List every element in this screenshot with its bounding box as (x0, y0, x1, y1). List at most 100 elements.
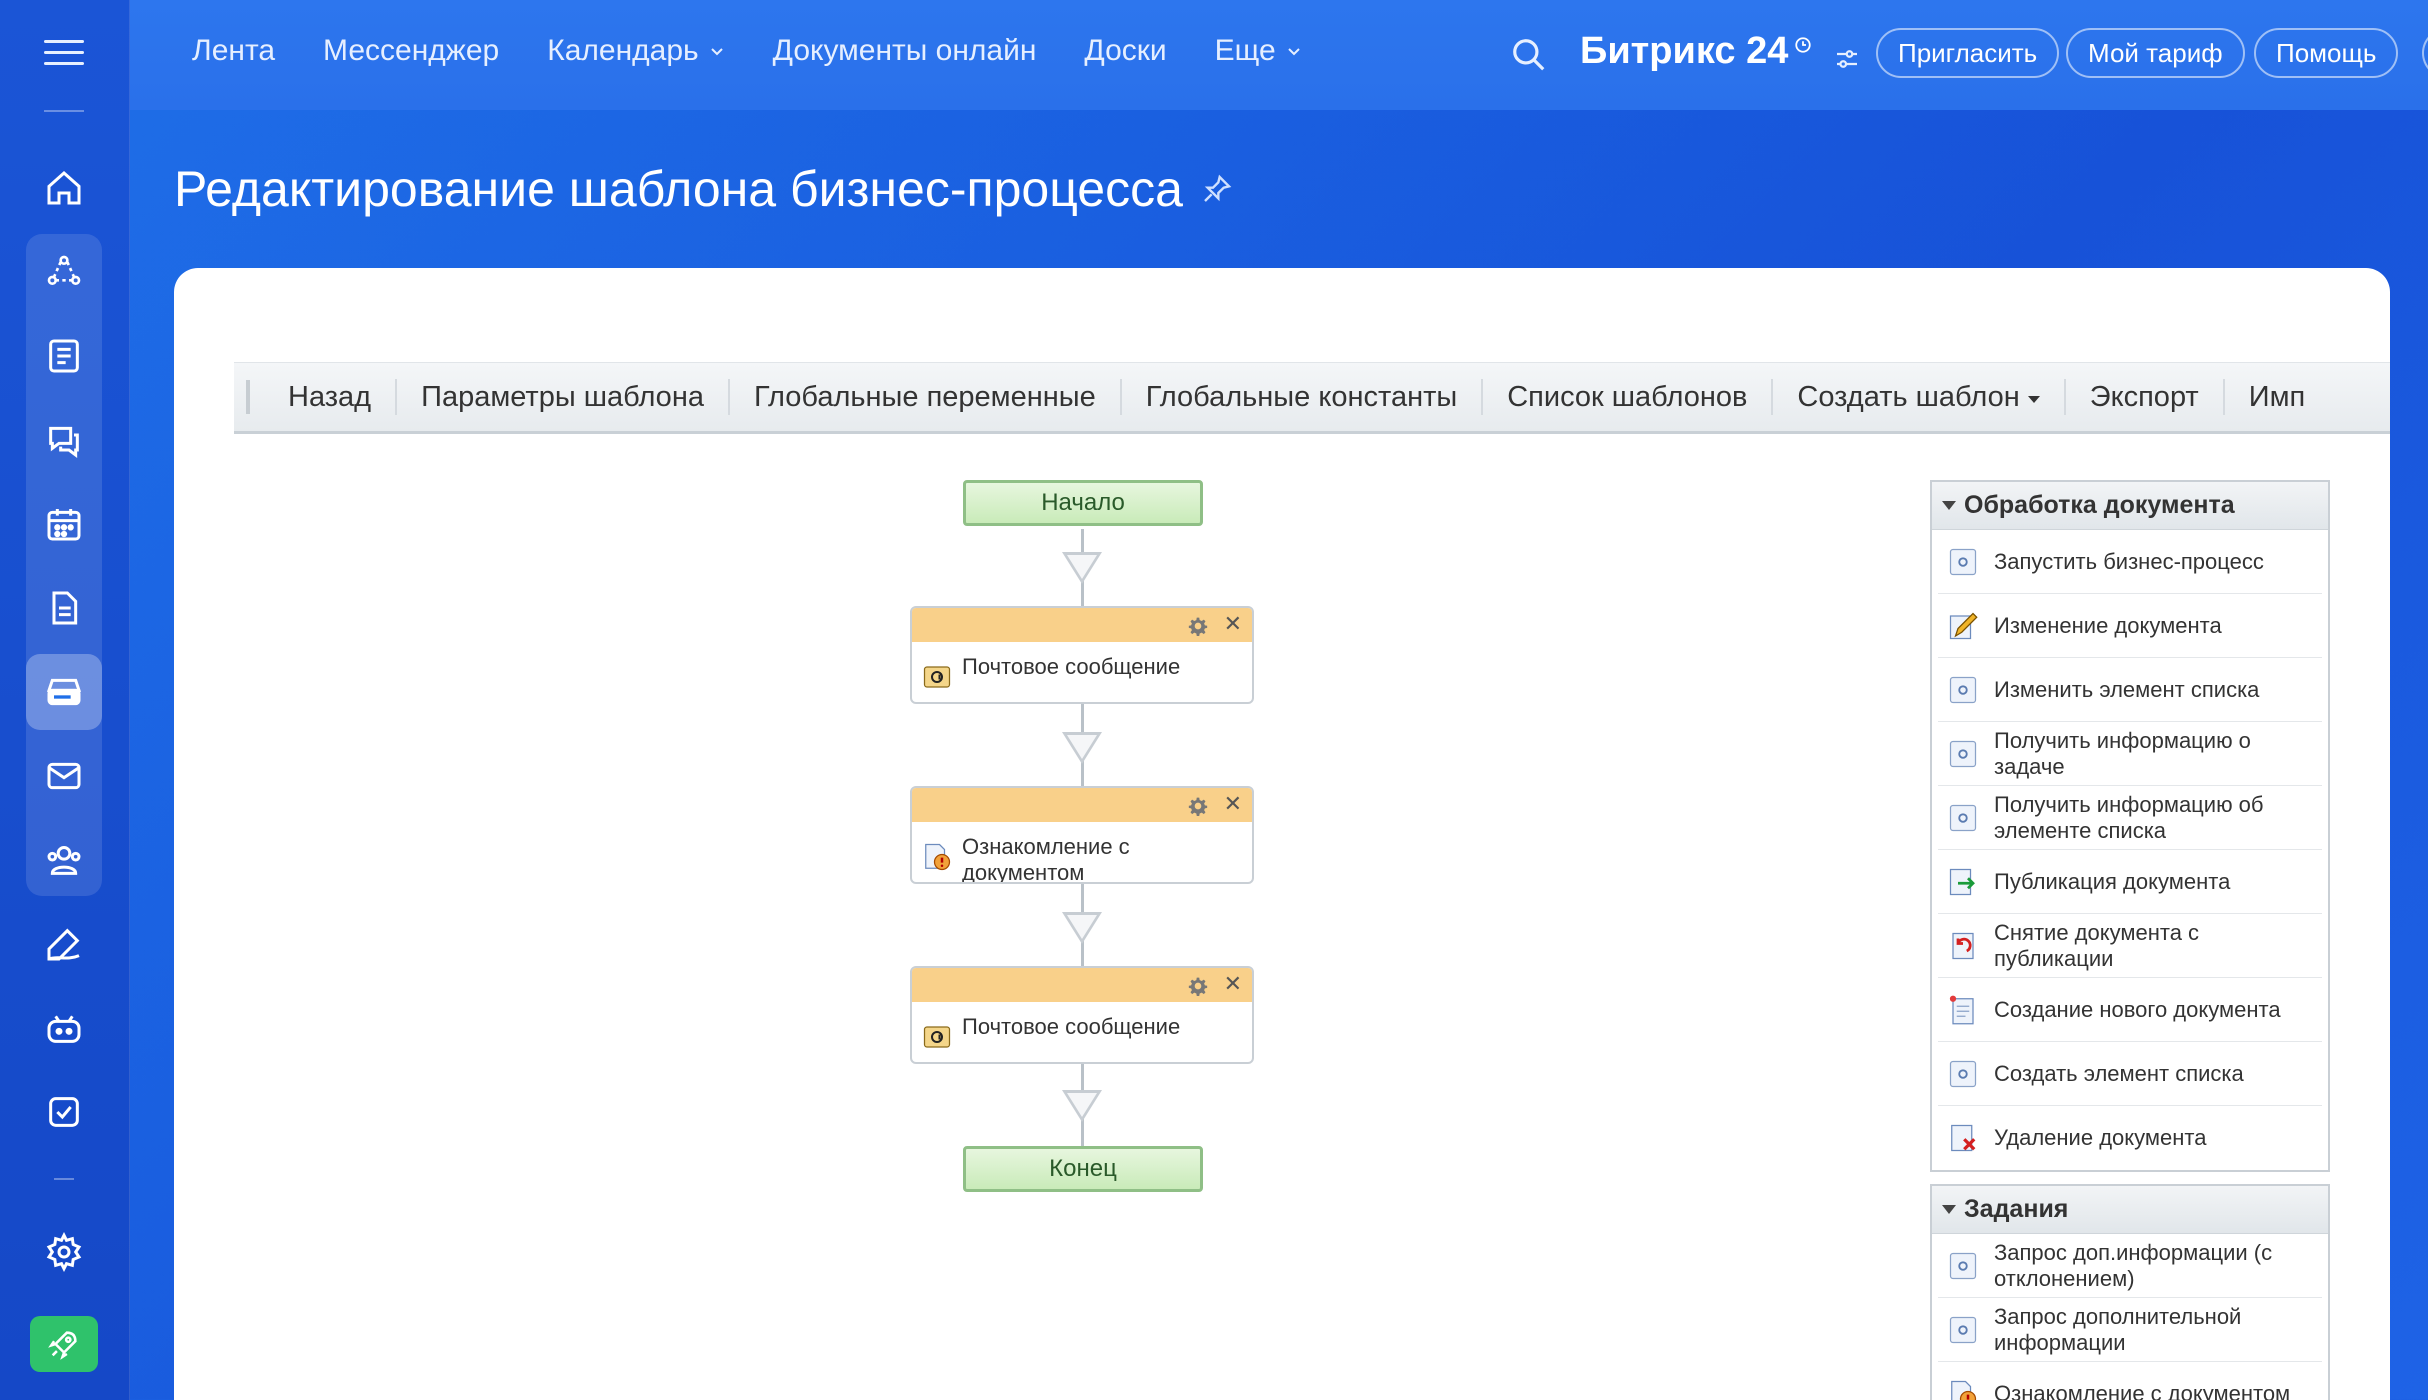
nav-calendar[interactable]: Календарь (547, 34, 724, 68)
brand-logo[interactable]: Битрикс 24 (1580, 30, 1862, 74)
collapse-triangle-icon (1942, 501, 1956, 510)
panel-activity-item[interactable]: Ознакомление с документом (1938, 1362, 2322, 1400)
document-icon[interactable] (26, 570, 102, 646)
pin-icon[interactable] (1201, 173, 1233, 205)
clock-icon (1795, 37, 1811, 53)
templates-list-button[interactable]: Список шаблонов (1483, 381, 1771, 414)
panel-activity-label: Изменить элемент списка (1994, 676, 2260, 702)
back-button[interactable]: Назад (264, 381, 395, 414)
section-header[interactable]: Задания (1932, 1186, 2328, 1234)
calendar-icon[interactable] (26, 486, 102, 562)
left-sidebar (0, 0, 130, 1400)
workflow-activity[interactable]: ✕ Почтовое сообщение (910, 606, 1254, 704)
copilot-icon[interactable] (26, 990, 102, 1066)
rocket-icon[interactable] (30, 1316, 98, 1372)
generic-activity-icon (1949, 1316, 1977, 1343)
mail-icon[interactable] (26, 738, 102, 814)
panel-activity-item[interactable]: Создать элемент списка (1938, 1042, 2322, 1106)
settings-sliders-icon[interactable] (1832, 44, 1862, 74)
workflow-start-node[interactable]: Начало (963, 480, 1203, 526)
search-icon[interactable] (1510, 36, 1548, 74)
sidebar-divider (44, 110, 84, 112)
nav-more[interactable]: Еще (1215, 34, 1302, 68)
template-params-button[interactable]: Параметры шаблона (397, 381, 728, 414)
sign-icon[interactable] (26, 906, 102, 982)
panel-section-document-processing: Обработка документа Запустить бизнес-про… (1930, 480, 2330, 1172)
panel-activity-label: Ознакомление с документом (1994, 1380, 2291, 1400)
create-template-button[interactable]: Создать шаблон (1773, 381, 2063, 414)
nav-docs-online[interactable]: Документы онлайн (773, 34, 1037, 68)
panel-activity-item[interactable]: Запрос дополнительной информации (1938, 1298, 2322, 1362)
extra-button-edge[interactable] (2422, 28, 2428, 78)
gear-icon[interactable] (1188, 976, 1208, 996)
crm-icon[interactable] (26, 234, 102, 310)
panel-activity-label: Удаление документа (1994, 1125, 2207, 1150)
section-header[interactable]: Обработка документа (1932, 482, 2328, 530)
activity-header: ✕ (912, 788, 1252, 822)
mail-icon (923, 1026, 951, 1048)
close-icon[interactable]: ✕ (1224, 612, 1242, 636)
home-icon[interactable] (26, 150, 102, 226)
import-button[interactable]: Имп (2225, 381, 2330, 414)
nav-feed[interactable]: Лента (192, 34, 275, 68)
edit-document-icon (1949, 612, 1978, 639)
nav-boards[interactable]: Доски (1084, 34, 1166, 68)
global-variables-button[interactable]: Глобальные переменные (730, 381, 1120, 414)
insert-point-arrow[interactable] (1062, 552, 1102, 584)
panel-activity-label: Создание нового документа (1994, 996, 2281, 1022)
invite-button[interactable]: Пригласить (1876, 28, 2060, 78)
gear-icon[interactable] (1188, 616, 1208, 636)
workflow-activity[interactable]: ✕ Почтовое сообщение (910, 966, 1254, 1064)
chat-icon[interactable] (26, 402, 102, 478)
panel-activity-item[interactable]: Получить информацию о задаче (1938, 722, 2322, 786)
insert-point-arrow[interactable] (1062, 912, 1102, 944)
panel-activity-item[interactable]: Изменение документа (1938, 594, 2322, 658)
review-icon (1951, 1380, 1977, 1400)
close-icon[interactable]: ✕ (1224, 972, 1242, 996)
news-icon[interactable] (26, 318, 102, 394)
settings-icon[interactable] (26, 1214, 102, 1290)
menu-icon[interactable] (44, 40, 84, 70)
global-constants-button[interactable]: Глобальные константы (1122, 381, 1481, 414)
drive-icon[interactable] (26, 654, 102, 730)
tasks-icon[interactable] (26, 1074, 102, 1150)
caret-down-icon (2027, 395, 2040, 403)
insert-point-arrow[interactable] (1062, 1090, 1102, 1122)
panel-section-tasks: Задания Запрос доп.информации (с отклоне… (1930, 1184, 2330, 1400)
nav-more-label: Еще (1214, 34, 1276, 67)
employees-icon[interactable] (26, 822, 102, 898)
chevron-down-icon (710, 48, 723, 56)
panel-activity-item[interactable]: Создание нового документа (1938, 978, 2322, 1042)
panel-activity-label: Запрос дополнительной информации (1994, 1303, 2242, 1355)
panel-activity-label: Запустить бизнес-процесс (1994, 548, 2264, 574)
panel-activity-label: Создать элемент списка (1994, 1060, 2244, 1086)
panel-activity-item[interactable]: Запустить бизнес-процесс (1938, 530, 2322, 594)
my-tariff-button[interactable]: Мой тариф (2066, 28, 2245, 78)
panel-activity-item[interactable]: Снятие документа с публикации (1938, 914, 2322, 978)
gear-icon[interactable] (1188, 796, 1208, 816)
generic-activity-icon (1949, 1060, 1977, 1087)
generic-activity-icon (1949, 804, 1977, 831)
generic-activity-icon (1949, 676, 1977, 703)
panel-activity-label: Получить информацию о задаче (1994, 727, 2251, 779)
workflow-end-node[interactable]: Конец (963, 1146, 1203, 1192)
activity-label: Почтовое сообщение (962, 654, 1181, 679)
help-button[interactable]: Помощь (2254, 28, 2399, 78)
delete-document-icon (1951, 1124, 1976, 1152)
main-card: Назад Параметры шаблона Глобальные перем… (174, 268, 2390, 1400)
insert-point-arrow[interactable] (1062, 732, 1102, 764)
panel-activity-item[interactable]: Изменить элемент списка (1938, 658, 2322, 722)
panel-activity-item[interactable]: Публикация документа (1938, 850, 2322, 914)
panel-activity-item[interactable]: Удаление документа (1938, 1106, 2322, 1170)
panel-activity-item[interactable]: Получить информацию об элементе списка (1938, 786, 2322, 850)
nav-messenger[interactable]: Мессенджер (323, 34, 499, 68)
close-icon[interactable]: ✕ (1224, 792, 1242, 816)
brand-name: Битрикс 24 (1580, 30, 1789, 72)
publish-icon (1949, 868, 1975, 895)
panel-activity-item[interactable]: Запрос доп.информации (с отклонением) (1938, 1234, 2322, 1298)
activities-panel: Обработка документа Запустить бизнес-про… (1930, 480, 2330, 1400)
page-title-text: Редактирование шаблона бизнес-процесса (174, 161, 1183, 217)
template-toolbar: Назад Параметры шаблона Глобальные перем… (234, 362, 2390, 434)
export-button[interactable]: Экспорт (2066, 381, 2223, 414)
workflow-activity[interactable]: ✕ Ознакомление с документом (910, 786, 1254, 884)
